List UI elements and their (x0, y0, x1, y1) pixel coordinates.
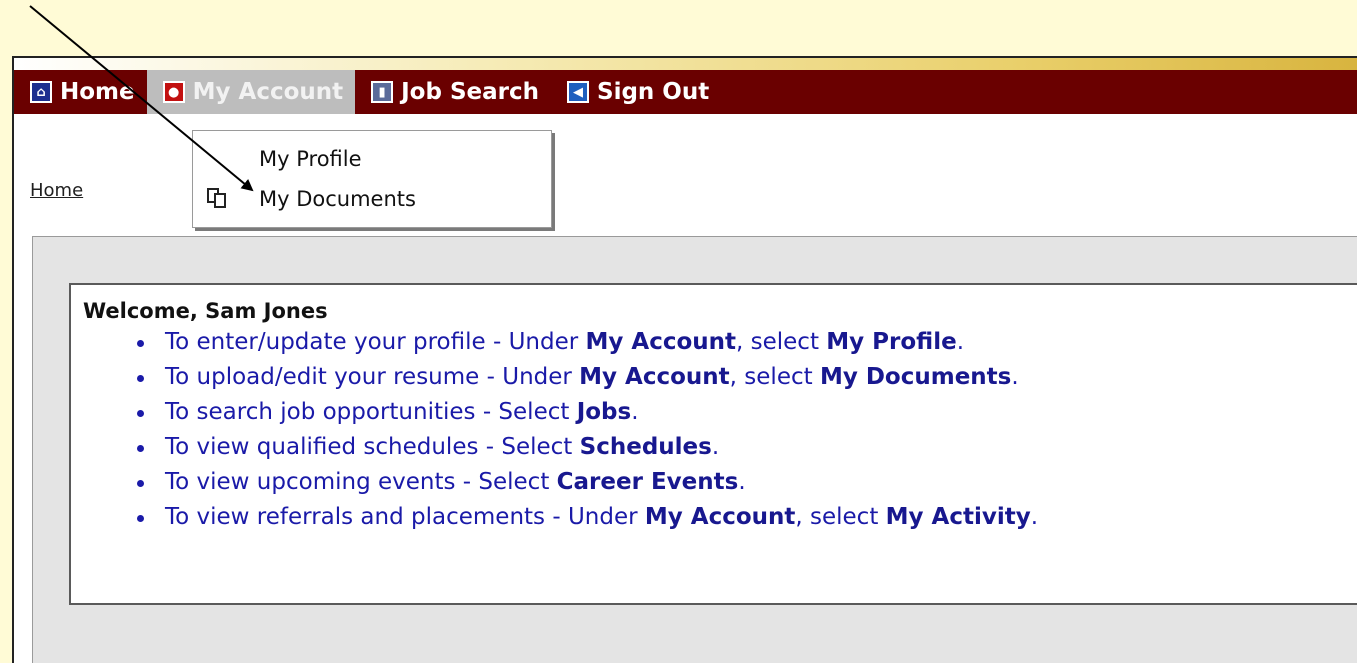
instruction-bold: My Account (585, 329, 737, 355)
instruction-bold: Career Events (556, 469, 739, 495)
menu-item-my-profile[interactable]: My Profile (193, 139, 551, 179)
instruction-item: To enter/update your profile - Under My … (131, 325, 1038, 360)
instruction-bold: Jobs (576, 399, 632, 425)
instruction-text: . (711, 434, 720, 460)
nav-sign-out-label: Sign Out (597, 79, 710, 105)
content-panel: Welcome, Sam Jones To enter/update your … (32, 236, 1357, 663)
instruction-text: , select (795, 504, 886, 530)
welcome-box: Welcome, Sam Jones To enter/update your … (69, 283, 1357, 605)
instruction-text: To view referrals and placements - Under (165, 504, 645, 530)
instruction-bold: My Activity (885, 504, 1031, 530)
header-gradient-bar (14, 58, 1357, 70)
instruction-item: To upload/edit your resume - Under My Ac… (131, 360, 1038, 395)
instruction-text: . (738, 469, 746, 495)
nav-home[interactable]: ⌂ Home (14, 70, 147, 114)
instruction-text: . (631, 399, 639, 425)
instruction-item: To view qualified schedules - Select Sch… (131, 430, 1038, 465)
instruction-text: . (956, 329, 965, 355)
instruction-item: To view upcoming events - Select Career … (131, 465, 1038, 500)
browser-frame: ⌂ Home ● My Account ▮ Job Search ◀ Sign … (12, 56, 1357, 663)
instruction-text: To enter/update your profile - Under (165, 329, 586, 355)
job-search-icon: ▮ (371, 81, 394, 103)
instruction-text: , select (729, 364, 820, 390)
home-icon: ⌂ (30, 81, 52, 103)
nav-job-search-label: Job Search (401, 79, 539, 105)
instruction-bold: My Documents (819, 364, 1012, 390)
menu-item-my-profile-label: My Profile (259, 147, 362, 171)
instruction-text: To upload/edit your resume - Under (165, 364, 580, 390)
nav-my-account-label: My Account (192, 79, 344, 105)
instruction-bold: My Account (579, 364, 730, 390)
breadcrumb-home-link[interactable]: Home (30, 180, 83, 201)
instructions-list: To enter/update your profile - Under My … (131, 325, 1038, 535)
instruction-bold: Schedules (579, 434, 712, 460)
welcome-title: Welcome, Sam Jones (83, 299, 328, 323)
sign-out-icon: ◀ (567, 81, 589, 103)
documents-icon (207, 188, 229, 210)
nav-my-account[interactable]: ● My Account (146, 70, 356, 114)
instruction-item: To view referrals and placements - Under… (131, 500, 1038, 535)
instruction-text: . (1011, 364, 1019, 390)
instruction-text: To view qualified schedules - Select (165, 434, 580, 460)
menu-item-my-documents-label: My Documents (259, 187, 416, 211)
main-navbar: ⌂ Home ● My Account ▮ Job Search ◀ Sign … (14, 70, 1357, 114)
nav-sign-out[interactable]: ◀ Sign Out (551, 70, 721, 114)
instruction-text: To view upcoming events - Select (165, 469, 557, 495)
menu-item-my-documents[interactable]: My Documents (193, 179, 551, 219)
instruction-text: . (1030, 504, 1039, 530)
instruction-text: To search job opportunities - Select (165, 399, 577, 425)
instruction-bold: My Profile (826, 329, 957, 355)
nav-job-search[interactable]: ▮ Job Search (355, 70, 551, 114)
my-account-dropdown-menu: My Profile My Documents (192, 130, 552, 228)
instruction-bold: My Account (644, 504, 796, 530)
account-icon: ● (162, 81, 185, 103)
instruction-text: , select (736, 329, 827, 355)
instruction-item: To search job opportunities - Select Job… (131, 395, 1038, 430)
nav-home-label: Home (60, 79, 135, 105)
